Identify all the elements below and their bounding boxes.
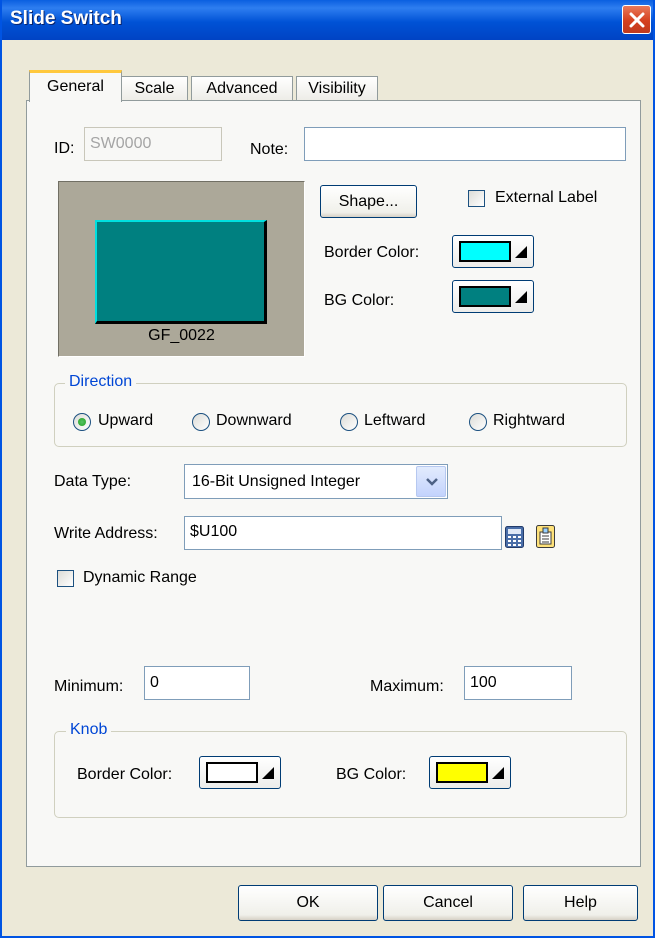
radio-downward-label: Downward — [216, 412, 292, 429]
data-type-select[interactable]: 16-Bit Unsigned Integer — [184, 464, 448, 499]
dropdown-triangle-icon — [262, 767, 274, 779]
note-field[interactable] — [304, 127, 626, 161]
preview-shape — [95, 220, 267, 324]
dropdown-arrow-button[interactable] — [416, 466, 446, 497]
radio-downward[interactable] — [192, 413, 210, 431]
knob-bg-color-label: BG Color: — [336, 766, 407, 783]
data-type-label: Data Type: — [54, 473, 132, 490]
slide-switch-dialog: Slide Switch General Scale Advanced Visi… — [0, 0, 655, 938]
chevron-down-icon — [426, 478, 438, 486]
radio-upward[interactable] — [73, 413, 91, 431]
border-color-label: Border Color: — [324, 244, 420, 261]
knob-border-color-button[interactable] — [199, 756, 281, 789]
window-title: Slide Switch — [10, 8, 122, 29]
minimum-field[interactable]: 0 — [144, 666, 250, 700]
knob-border-color-label: Border Color: — [77, 766, 173, 783]
id-label: ID: — [54, 140, 75, 157]
minimum-label: Minimum: — [54, 678, 124, 695]
write-address-label: Write Address: — [54, 525, 158, 542]
bg-color-swatch — [459, 286, 511, 307]
write-address-field[interactable]: $U100 — [184, 516, 502, 550]
ok-button[interactable]: OK — [238, 885, 378, 921]
shape-button[interactable]: Shape... — [320, 185, 417, 218]
close-button[interactable] — [622, 5, 651, 34]
tab-scale[interactable]: Scale — [121, 76, 188, 102]
address-tag-button[interactable] — [536, 525, 555, 548]
shape-preview: GF_0022 — [58, 181, 305, 357]
knob-bg-color-swatch — [436, 762, 488, 783]
tab-advanced[interactable]: Advanced — [191, 76, 293, 102]
radio-leftward-label: Leftward — [364, 412, 426, 429]
maximum-field[interactable]: 100 — [464, 666, 572, 700]
id-field: SW0000 — [84, 127, 222, 161]
preview-caption: GF_0022 — [148, 327, 215, 344]
knob-group-title: Knob — [66, 721, 112, 739]
tab-visibility[interactable]: Visibility — [296, 76, 378, 102]
address-keypad-button[interactable] — [505, 526, 524, 548]
external-label-label: External Label — [495, 189, 598, 206]
bg-color-button[interactable] — [452, 280, 534, 313]
bg-color-label: BG Color: — [324, 292, 395, 309]
border-color-swatch — [459, 241, 511, 262]
dynamic-range-checkbox[interactable] — [57, 570, 74, 587]
border-color-button[interactable] — [452, 235, 534, 268]
external-label-checkbox[interactable] — [468, 190, 485, 207]
note-label: Note: — [250, 141, 289, 158]
dynamic-range-label: Dynamic Range — [83, 569, 197, 586]
radio-leftward[interactable] — [340, 413, 358, 431]
cancel-button[interactable]: Cancel — [383, 885, 513, 921]
close-icon — [629, 12, 645, 28]
tab-general[interactable]: General — [29, 70, 122, 102]
radio-rightward[interactable] — [469, 413, 487, 431]
radio-upward-label: Upward — [98, 412, 154, 429]
help-button[interactable]: Help — [523, 885, 638, 921]
calculator-icon — [505, 526, 524, 548]
knob-border-color-swatch — [206, 762, 258, 783]
title-bar[interactable]: Slide Switch — [2, 0, 653, 40]
direction-group-title: Direction — [65, 373, 137, 391]
maximum-label: Maximum: — [370, 678, 444, 695]
dropdown-triangle-icon — [515, 246, 527, 258]
dropdown-triangle-icon — [492, 767, 504, 779]
tag-icon — [536, 525, 555, 548]
radio-rightward-label: Rightward — [493, 412, 566, 429]
data-type-value: 16-Bit Unsigned Integer — [192, 473, 361, 490]
dropdown-triangle-icon — [515, 291, 527, 303]
knob-bg-color-button[interactable] — [429, 756, 511, 789]
